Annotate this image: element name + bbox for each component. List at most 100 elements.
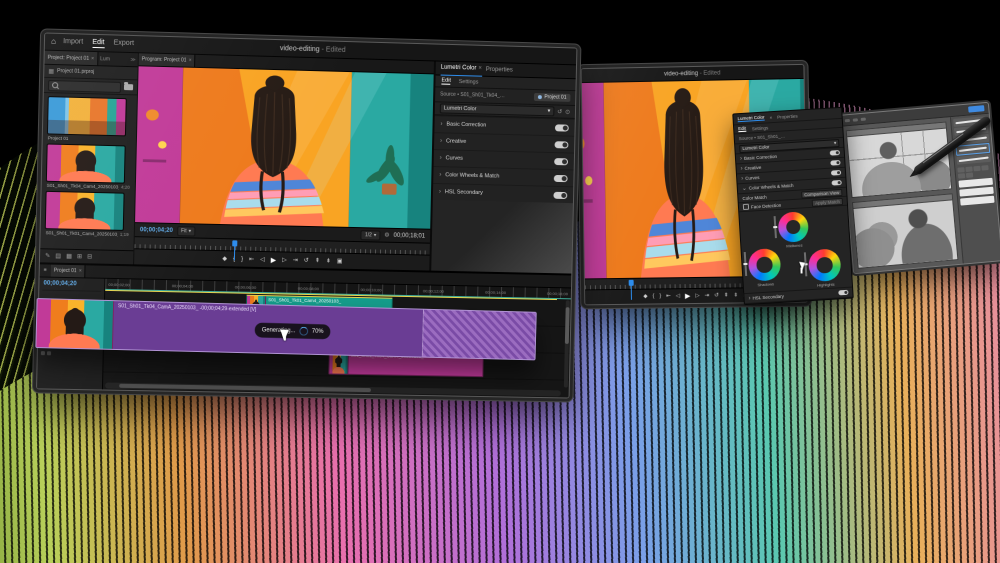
step-forward-icon[interactable]: ▷ [282,256,287,263]
toolbar-item[interactable] [845,118,850,121]
list-item[interactable]: S01_Sh01_Tk04_Cam4_20250103_4;20 [46,143,132,189]
clip-thumbnail[interactable] [45,191,125,231]
menu-export[interactable]: Export [114,39,135,49]
automate-icon[interactable]: ✎ [45,252,50,259]
export-frame-icon[interactable]: ▣ [337,258,343,265]
extract-icon[interactable]: ⇟ [733,292,738,298]
play-icon[interactable]: ▶ [685,292,691,300]
menu-edit[interactable]: Edit [92,38,104,47]
go-to-in-icon[interactable]: ⇤ [666,293,671,299]
subtab-settings[interactable]: Settings [752,125,769,131]
visibility-eye-icon[interactable]: ⊙ [565,108,570,115]
clip-thumbnail[interactable] [46,143,126,183]
storyboard-frame[interactable] [852,193,958,269]
tab-close-icon[interactable]: × [189,58,192,64]
step-back-icon[interactable]: ◁ [676,293,680,299]
reset-icon[interactable]: ↺ [557,108,562,115]
go-to-in-icon[interactable]: ⇤ [249,256,254,263]
playback-resolution-dropdown[interactable]: 1/2▾ [361,230,381,240]
fit-dropdown[interactable]: Fit▾ [177,226,195,236]
folder-icon[interactable] [124,84,133,90]
go-to-out-icon[interactable]: ⇥ [705,293,710,299]
tab-close-icon[interactable]: × [478,66,482,72]
sequence-thumbnail[interactable] [47,96,127,136]
tab-overflow-icon[interactable]: ≫ [130,57,137,63]
tool-option[interactable] [966,172,973,178]
mark-out-icon[interactable]: } [659,293,661,299]
tab-close-icon[interactable]: × [91,55,94,61]
tab-close-icon[interactable]: × [769,115,772,120]
face-detection-checkbox[interactable] [743,204,749,210]
new-bin-icon[interactable]: ⊞ [77,253,82,260]
subtab-edit[interactable]: Edit [441,78,451,85]
shadows-wheel[interactable] [748,248,782,282]
lift-icon[interactable]: ⇞ [724,293,729,299]
primary-action-button[interactable] [968,105,984,112]
tab-lumetri-color[interactable]: Lumetri Color × [441,61,482,76]
settings-wrench-icon[interactable]: ⚙ [384,232,390,239]
tab-properties[interactable]: Properties [486,66,513,73]
step-forward-icon[interactable]: ▷ [695,293,699,299]
tab-lumetri-truncated[interactable]: Lum [98,56,112,62]
section-toggle[interactable] [554,158,568,165]
mark-out-icon[interactable]: } [241,256,243,262]
clip-chip[interactable]: Project 01 [534,93,570,102]
chevron-down-icon: ▾ [834,140,837,146]
home-icon[interactable]: ⌂ [51,38,56,46]
preset-dropdown[interactable]: Lumetri Color ▾ [440,103,555,116]
section-toggle[interactable] [838,290,848,296]
add-marker-icon[interactable]: ◆ [643,294,647,300]
list-item[interactable]: Project 01 [47,96,133,142]
tab-sequence[interactable]: Project 01 × [51,265,86,278]
list-view-icon[interactable]: ▤ [55,253,61,260]
midtones-wheel[interactable] [777,211,809,243]
shadows-slider[interactable] [744,252,747,276]
subtab-settings[interactable]: Settings [459,79,479,85]
step-back-icon[interactable]: ◁ [260,256,265,263]
play-icon[interactable]: ▶ [271,256,277,264]
delete-icon[interactable]: ⊟ [87,253,92,260]
toolbar-item[interactable] [861,117,866,120]
apply-match-button[interactable]: Apply Match [812,197,843,206]
loop-icon[interactable]: ↺ [304,257,309,264]
section-toggle[interactable] [830,150,840,156]
section-toggle[interactable] [553,191,567,198]
tab-properties[interactable]: Properties [777,113,798,119]
section-toggle[interactable] [830,160,840,166]
lift-icon[interactable]: ⇞ [315,257,320,264]
chevron-down-icon: ⌄ [742,185,747,192]
section-toggle[interactable] [555,141,569,148]
section-toggle[interactable] [831,170,841,176]
tool-option[interactable] [958,173,965,179]
search-input[interactable] [48,79,121,92]
playhead[interactable] [629,280,634,286]
add-marker-icon[interactable]: ◆ [222,255,227,262]
loop-icon[interactable]: ↺ [714,293,719,299]
tab-program[interactable]: Program: Project 01 × [139,53,196,67]
section-toggle[interactable] [555,124,569,131]
tab-lumetri-color[interactable]: Lumetri Color [737,115,764,123]
tab-project[interactable]: Project: Project 01 × [44,51,98,66]
layer-item[interactable] [960,196,994,206]
list-item[interactable]: S01_Sh01_Tk01_Cam4_20250103_1;19 [45,191,131,237]
tool-option[interactable] [965,166,972,172]
chevron-right-icon: › [439,189,441,195]
tool-option[interactable] [957,167,964,173]
menu-import[interactable]: Import [63,38,83,48]
section-toggle[interactable] [554,174,568,181]
go-to-out-icon[interactable]: ⇥ [293,257,298,264]
toolbar-item[interactable] [853,118,858,121]
tab-close-icon[interactable]: × [79,268,82,274]
mark-in-icon[interactable]: { [652,294,654,300]
tool-option[interactable] [981,165,988,171]
section-toggle[interactable] [832,180,842,186]
midtones-slider[interactable] [774,216,777,238]
brush-preset[interactable] [956,154,991,165]
tool-option[interactable] [973,166,980,172]
highlights-wheel[interactable] [808,248,842,282]
icon-view-icon[interactable]: ▦ [66,253,72,260]
playhead[interactable] [233,240,238,246]
snap-icon[interactable]: ≡ [44,267,47,273]
extract-icon[interactable]: ⇟ [326,257,331,264]
subtab-edit[interactable]: Edit [738,126,746,132]
